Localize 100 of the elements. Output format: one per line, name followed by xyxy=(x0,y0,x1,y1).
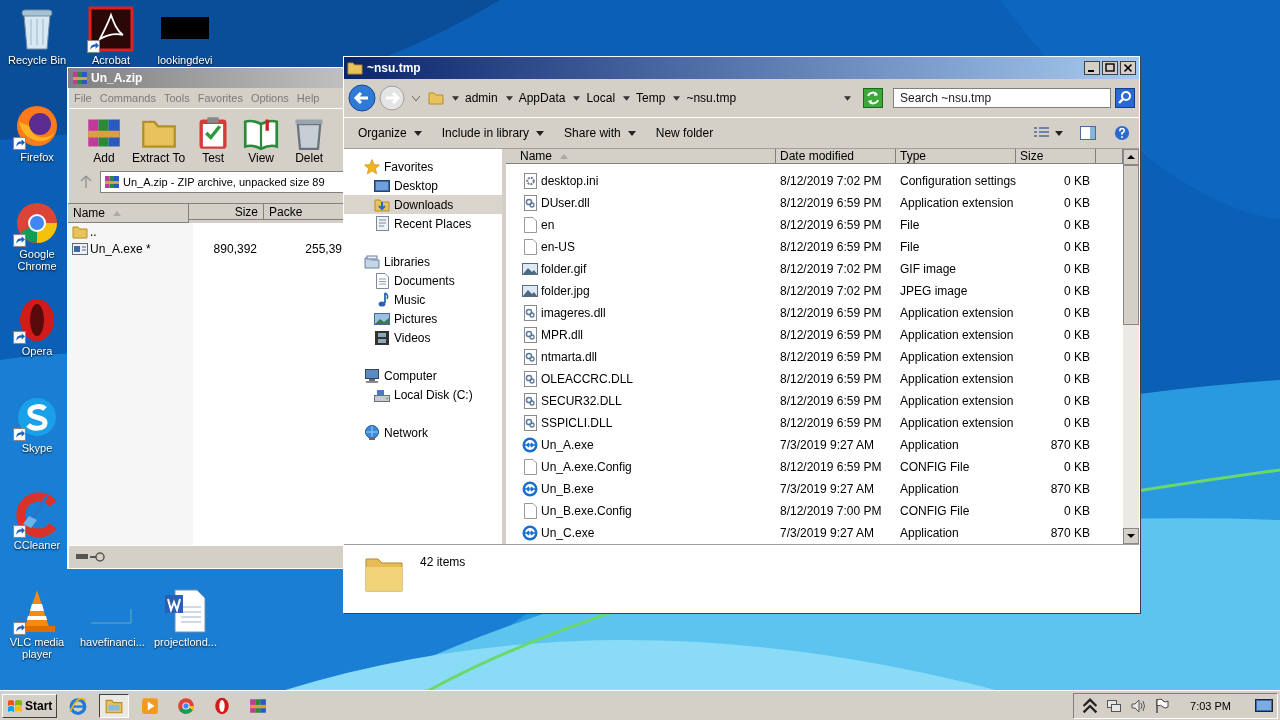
file-name[interactable]: Un_C.exe xyxy=(506,525,776,541)
desktop-icon-label[interactable]: lookingdevi xyxy=(157,54,213,66)
desktop-icon-label[interactable]: Opera xyxy=(21,345,53,357)
maximize-icon[interactable] xyxy=(1102,61,1118,75)
file-name[interactable]: en xyxy=(506,217,776,233)
scrollbar[interactable] xyxy=(1123,149,1139,544)
minimize-icon[interactable] xyxy=(1084,61,1100,75)
scroll-up-icon[interactable] xyxy=(1123,149,1139,165)
back-icon[interactable] xyxy=(348,84,376,112)
navigation-item[interactable]: Computer xyxy=(344,366,502,385)
desktop-icon-label[interactable]: CCleaner xyxy=(13,539,61,551)
navigation-item[interactable]: Desktop xyxy=(344,176,502,195)
toolbar-button[interactable]: Add xyxy=(82,115,126,165)
scroll-down-icon[interactable] xyxy=(1123,528,1139,544)
clock[interactable]: 7:03 PM xyxy=(1190,699,1231,712)
navigation-item[interactable]: Documents xyxy=(344,271,502,290)
chevron-up-icon[interactable] xyxy=(1082,697,1099,714)
breadcrumb[interactable]: Local xyxy=(586,91,616,105)
command-button[interactable]: Include in library xyxy=(433,124,553,142)
desktop-icon-label[interactable]: Firefox xyxy=(20,151,54,163)
navigation-item[interactable]: Videos xyxy=(344,328,502,347)
column-header[interactable]: Size xyxy=(1016,149,1096,164)
search-field[interactable]: Search ~nsu.tmp xyxy=(893,88,1111,108)
file-name[interactable]: desktop.ini xyxy=(506,173,776,189)
scroll-thumb[interactable] xyxy=(1123,165,1139,325)
show-desktop-icon[interactable] xyxy=(1255,697,1273,714)
caret-icon[interactable] xyxy=(623,95,631,101)
file-name[interactable]: SECUR32.DLL xyxy=(506,393,776,409)
navigation-item[interactable]: Downloads xyxy=(344,195,502,214)
flag-icon[interactable] xyxy=(1154,697,1171,714)
toolbar-button[interactable]: View xyxy=(239,115,284,165)
toolbar-button[interactable]: Extract To xyxy=(130,115,188,165)
navigation-item[interactable]: Local Disk (C:) xyxy=(344,385,502,404)
toolbar-button[interactable]: Delet xyxy=(287,115,332,165)
toolbar-button[interactable]: Test xyxy=(191,115,236,165)
file-name[interactable]: folder.jpg xyxy=(506,283,776,299)
command-button[interactable]: Share with xyxy=(556,124,644,142)
volume-icon[interactable] xyxy=(1130,697,1147,714)
caret-icon[interactable] xyxy=(1055,130,1063,136)
start-button[interactable]: Start xyxy=(2,693,58,718)
navigation-item[interactable]: Favorites xyxy=(344,157,502,176)
file-name[interactable]: ntmarta.dll xyxy=(506,349,776,365)
desktop-icon-label[interactable]: Recycle Bin xyxy=(7,54,67,66)
column-header[interactable]: Name xyxy=(506,149,776,164)
file-name[interactable]: OLEACCRC.DLL xyxy=(506,371,776,387)
windows-logo-icon xyxy=(7,697,23,714)
breadcrumb[interactable]: admin xyxy=(465,91,498,105)
caret-icon[interactable] xyxy=(505,95,513,101)
breadcrumb[interactable]: AppData xyxy=(518,91,566,105)
date-modified: 7/3/2019 9:27 AM xyxy=(779,526,876,540)
desktop-icon-label[interactable]: Google Chrome xyxy=(6,248,68,272)
breadcrumb[interactable]: Temp xyxy=(636,91,666,105)
file-name[interactable]: SSPICLI.DLL xyxy=(506,415,776,431)
navigation-item[interactable]: Pictures xyxy=(344,309,502,328)
navigation-item[interactable]: Recent Places xyxy=(344,214,502,233)
file-name[interactable]: en-US xyxy=(506,239,776,255)
file-name[interactable]: imageres.dll xyxy=(506,305,776,321)
image-file-icon xyxy=(522,283,538,299)
file-name[interactable]: MPR.dll xyxy=(506,327,776,343)
desktop-icon-label[interactable]: projectlond... xyxy=(154,636,216,648)
desktop-icon-label[interactable]: havefinanci... xyxy=(80,636,142,648)
caret-icon[interactable] xyxy=(844,95,851,101)
column-header[interactable]: Date modified xyxy=(776,149,896,164)
caret-icon[interactable] xyxy=(673,95,681,101)
desktop-icon-label[interactable]: Acrobat xyxy=(92,54,130,66)
recent-places-icon xyxy=(374,215,390,232)
navigation-item[interactable]: Libraries xyxy=(344,252,502,271)
file-size: 0 KB xyxy=(1063,284,1091,298)
date-modified: 8/12/2019 6:59 PM xyxy=(779,240,883,254)
file-name[interactable]: folder.gif xyxy=(506,261,776,277)
command-button[interactable]: Organize xyxy=(350,124,430,142)
taskbar-button[interactable] xyxy=(99,693,130,718)
column-header[interactable]: Size xyxy=(189,204,264,220)
file-name[interactable]: .. xyxy=(68,223,188,240)
command-button[interactable]: New folder xyxy=(647,124,722,142)
column-header[interactable]: Type xyxy=(896,149,1016,164)
file-name[interactable]: Un_B.exe xyxy=(506,481,776,497)
navigation-item[interactable]: Network xyxy=(344,423,502,442)
path-field[interactable]: Un_A.zip - ZIP archive, unpacked size 89 xyxy=(100,171,344,193)
desktop-icon-label[interactable]: Skype xyxy=(21,442,53,454)
caret-icon[interactable] xyxy=(452,95,459,101)
address-bar[interactable]: admin AppData Local Temp ~nsu.tmp xyxy=(426,87,857,109)
search-icon[interactable] xyxy=(1115,88,1135,108)
network-icon[interactable] xyxy=(1106,697,1123,714)
file-name[interactable]: Un_B.exe.Config xyxy=(506,503,776,519)
help-icon[interactable] xyxy=(1113,125,1131,141)
file-name[interactable]: Un_A.exe.Config xyxy=(506,459,776,475)
refresh-icon[interactable] xyxy=(863,88,883,108)
file-size: 0 KB xyxy=(1063,328,1091,342)
breadcrumb[interactable]: ~nsu.tmp xyxy=(686,91,737,105)
desktop-icon-label[interactable]: VLC media player xyxy=(6,636,68,660)
gear-file-icon xyxy=(522,195,538,211)
file-name[interactable]: DUser.dll xyxy=(506,195,776,211)
file-name[interactable]: Un_A.exe xyxy=(506,437,776,453)
caret-icon[interactable] xyxy=(573,95,581,101)
pdf-app-icon[interactable] xyxy=(87,5,135,53)
close-icon[interactable] xyxy=(1120,61,1136,75)
navigation-item[interactable]: Music xyxy=(344,290,502,309)
preview-pane-icon[interactable] xyxy=(1079,125,1097,141)
file-name[interactable]: Un_A.exe * xyxy=(68,240,188,257)
